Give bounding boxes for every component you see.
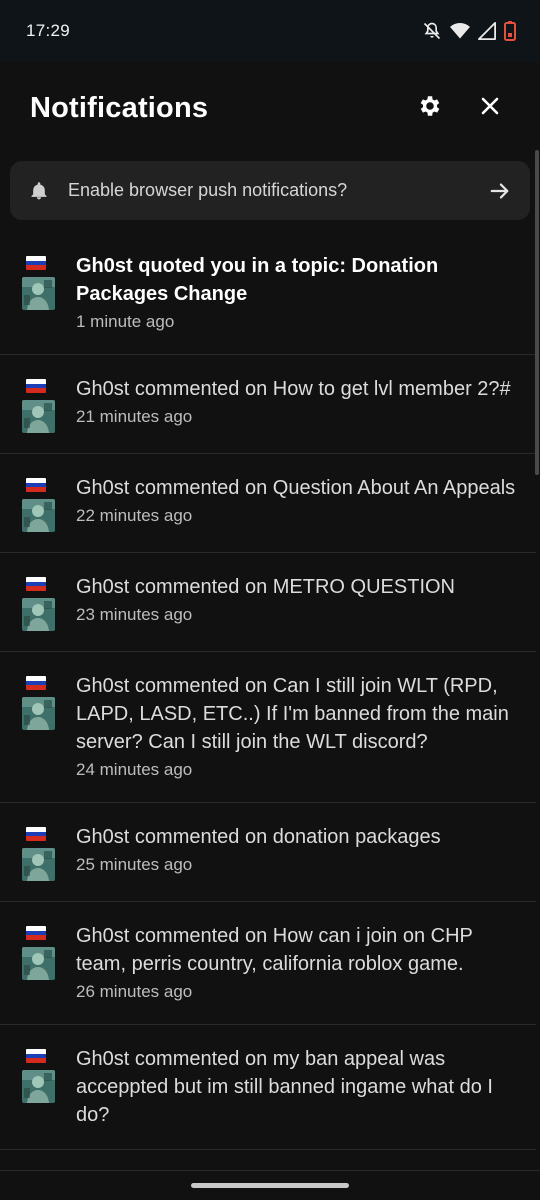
notification-text: Gh0st commented on How to get lvl member… (76, 378, 511, 400)
notification-meta (21, 573, 55, 631)
notification-body: Gh0st commented on How to get lvl member… (76, 375, 520, 433)
notification-time: 25 minutes ago (76, 855, 193, 874)
notification-body: Gh0st commented on my ban appeal was acc… (76, 1045, 520, 1129)
notification-meta (21, 1045, 55, 1129)
notification-item[interactable]: Gh0st commented on my ban appeal was acc… (0, 1025, 536, 1150)
notification-body: Gh0st commented on donation packages 25 m… (76, 823, 520, 881)
page-title: Notifications (30, 91, 209, 124)
notification-body: Gh0st commented on Can I still join WLT … (76, 672, 520, 782)
notification-item[interactable]: Gh0st commented on How can i join on CHP… (0, 902, 536, 1025)
russia-flag-icon (26, 577, 46, 591)
bell-icon (28, 180, 50, 202)
notification-body: Gh0st commented on How can i join on CHP… (76, 922, 520, 1004)
russia-flag-icon (26, 1049, 46, 1063)
notification-text: Gh0st commented on Can I still join WLT … (76, 675, 509, 753)
notification-item[interactable]: Gh0st quoted you in a topic: Donation Pa… (0, 232, 536, 355)
notification-meta (21, 922, 55, 1004)
signal-icon (478, 22, 496, 40)
notification-meta (21, 823, 55, 881)
enable-push-notifications-banner[interactable]: Enable browser push notifications? (10, 161, 530, 220)
gear-icon (417, 93, 443, 124)
avatar (21, 1070, 55, 1103)
notifications-off-icon (422, 21, 442, 41)
russia-flag-icon (26, 827, 46, 841)
page-header: Notifications (0, 62, 540, 154)
avatar (21, 598, 55, 631)
notification-time: 1 minute ago (76, 312, 175, 331)
status-bar: 17:29 (0, 0, 540, 62)
status-icons (422, 21, 516, 41)
notification-time: 26 minutes ago (76, 982, 193, 1001)
avatar (21, 848, 55, 881)
avatar (21, 400, 55, 433)
notification-item[interactable]: Gh0st commented on donation packages 25 m… (0, 803, 536, 902)
notification-time: 24 minutes ago (76, 760, 193, 779)
notification-text: Gh0st commented on METRO QUESTION (76, 576, 455, 598)
notification-time: 21 minutes ago (76, 407, 193, 426)
avatar (21, 277, 55, 310)
notification-text: Gh0st commented on Question About An App… (76, 477, 516, 499)
notification-item[interactable]: Gh0st commented on METRO QUESTION 23 minu… (0, 553, 536, 652)
notification-list: Gh0st quoted you in a topic: Donation Pa… (0, 232, 536, 1170)
scrollbar[interactable] (535, 150, 539, 1170)
notification-body: Gh0st commented on Question About An App… (76, 474, 520, 532)
notification-meta (21, 672, 55, 782)
notification-item[interactable]: Gh0st commented on Question About An App… (0, 454, 536, 553)
notification-meta (21, 474, 55, 532)
notification-body: Gh0st quoted you in a topic: Donation Pa… (76, 252, 520, 334)
close-button[interactable] (470, 88, 510, 128)
wifi-icon (450, 22, 470, 40)
notification-item[interactable]: Gh0st commented on Can I still join WLT … (0, 652, 536, 803)
notification-text: Gh0st commented on How can i join on CHP… (76, 925, 473, 975)
notification-time: 23 minutes ago (76, 605, 193, 624)
notification-text: Gh0st commented on donation packages (76, 826, 441, 848)
arrow-right-icon (488, 179, 512, 203)
notification-text: Gh0st commented on my ban appeal was acc… (76, 1048, 493, 1126)
battery-icon (504, 21, 516, 41)
russia-flag-icon (26, 379, 46, 393)
system-nav-bar (0, 1170, 540, 1200)
scrollbar-thumb[interactable] (535, 150, 539, 475)
russia-flag-icon (26, 926, 46, 940)
status-time: 17:29 (26, 21, 71, 40)
settings-button[interactable] (410, 88, 450, 128)
notification-time: 22 minutes ago (76, 506, 193, 525)
avatar (21, 697, 55, 730)
push-banner-text: Enable browser push notifications? (68, 180, 348, 200)
avatar (21, 947, 55, 980)
close-icon (480, 96, 500, 121)
notification-text: Gh0st quoted you in a topic: Donation Pa… (76, 255, 439, 305)
russia-flag-icon (26, 256, 46, 270)
russia-flag-icon (26, 676, 46, 690)
notification-meta (21, 375, 55, 433)
notification-meta (21, 252, 55, 334)
avatar (21, 499, 55, 532)
home-gesture-handle[interactable] (191, 1183, 349, 1188)
notification-item[interactable]: Gh0st commented on How to get lvl member… (0, 355, 536, 454)
notification-body: Gh0st commented on METRO QUESTION 23 minu… (76, 573, 520, 631)
russia-flag-icon (26, 478, 46, 492)
